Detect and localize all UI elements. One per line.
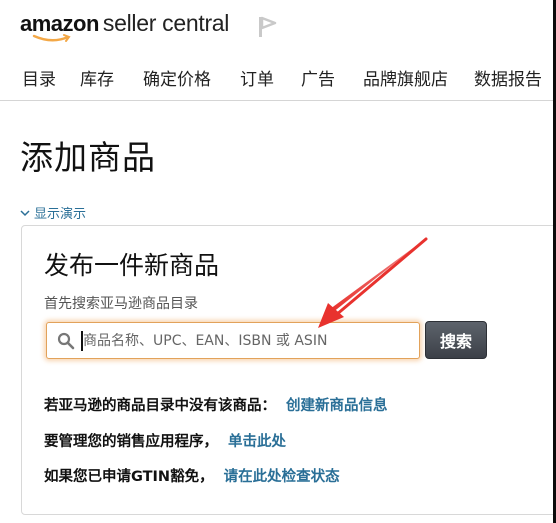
page-title: 添加商品 bbox=[20, 138, 156, 177]
manage-apps-line: 要管理您的销售应用程序， 单击此处 bbox=[44, 430, 286, 451]
amazon-seller-central-logo[interactable]: amazon seller central bbox=[20, 10, 230, 42]
gtin-exemption-line: 如果您已申请GTIN豁免， 请在此处检查状态 bbox=[44, 465, 340, 486]
chevron-down-icon bbox=[20, 209, 30, 216]
card-subtitle: 首先搜索亚马逊商品目录 bbox=[44, 296, 198, 312]
manage-apps-text: 要管理您的销售应用程序， bbox=[44, 434, 218, 450]
nav-item-stores[interactable]: 品牌旗舰店 bbox=[363, 65, 448, 90]
nav-item-pricing[interactable]: 确定价格 bbox=[143, 65, 211, 90]
check-status-link[interactable]: 请在此处检查状态 bbox=[224, 469, 340, 485]
nav-item-catalog[interactable]: 目录 bbox=[22, 65, 56, 90]
catalog-search-input[interactable] bbox=[83, 332, 403, 349]
search-icon bbox=[57, 332, 75, 349]
amazon-smile-icon bbox=[32, 34, 71, 42]
create-listing-text: 若亚马逊的商品目录中没有该商品： bbox=[44, 398, 276, 414]
gtin-exemption-text: 如果您已申请GTIN豁免， bbox=[44, 469, 214, 485]
top-bar: amazon seller central bbox=[0, 0, 556, 52]
create-new-listing-link[interactable]: 创建新商品信息 bbox=[286, 398, 388, 414]
click-here-link[interactable]: 单击此处 bbox=[228, 434, 286, 450]
nav-item-advertising[interactable]: 广告 bbox=[301, 65, 335, 90]
nav-item-orders[interactable]: 订单 bbox=[240, 65, 274, 90]
create-listing-line: 若亚马逊的商品目录中没有该商品： 创建新商品信息 bbox=[44, 394, 388, 415]
show-demo-label: 显示演示 bbox=[34, 207, 87, 222]
show-demo-toggle[interactable]: 显示演示 bbox=[20, 203, 86, 222]
nav-item-inventory[interactable]: 库存 bbox=[80, 65, 114, 90]
main-nav: 目录 库存 确定价格 订单 广告 品牌旗舰店 数据报告 bbox=[0, 56, 556, 101]
flag-icon[interactable] bbox=[256, 15, 278, 39]
nav-item-reports[interactable]: 数据报告 bbox=[474, 65, 542, 90]
logo-subtitle: seller central bbox=[102, 10, 230, 36]
search-button[interactable]: 搜索 bbox=[425, 321, 487, 359]
add-product-card: 发布一件新商品 首先搜索亚马逊商品目录 搜索 若亚马逊的商品目录中没有该商品： 创… bbox=[21, 225, 556, 515]
catalog-search-box[interactable] bbox=[46, 322, 420, 359]
card-title: 发布一件新商品 bbox=[44, 251, 220, 280]
